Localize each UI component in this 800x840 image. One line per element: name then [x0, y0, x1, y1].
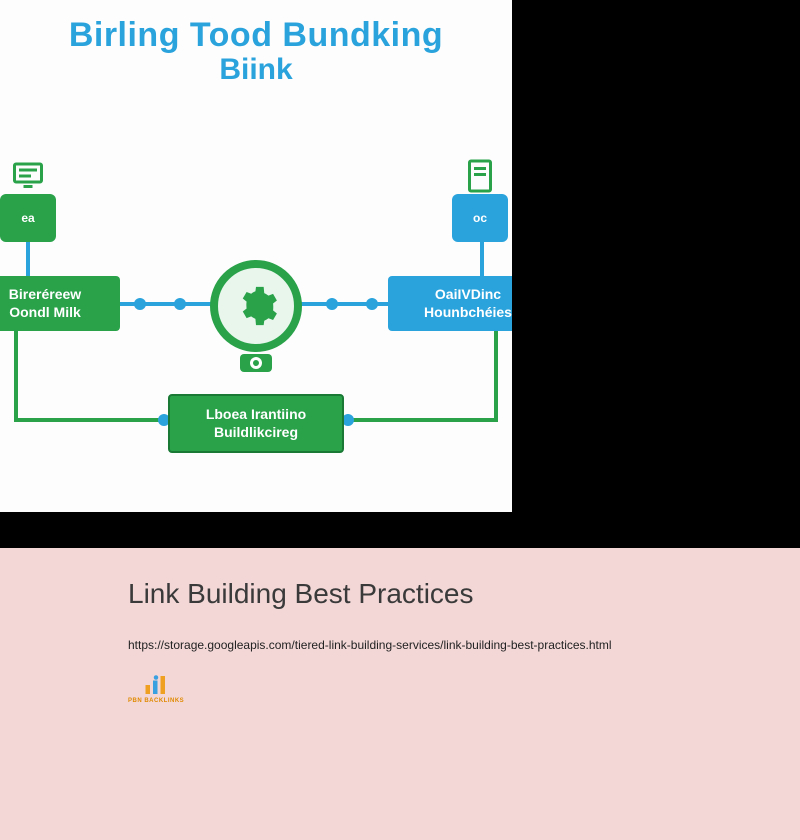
connector-green-left-h	[14, 418, 164, 422]
box-left-line2: Oondl Milk	[0, 304, 108, 322]
connector-green-right-v	[494, 322, 498, 422]
gear-icon	[233, 283, 279, 329]
logo[interactable]: PBN BACKLINKS	[128, 674, 764, 704]
diagram-title: Birling Tood Bundking Biink	[0, 8, 512, 95]
node-left-small-label: ea	[21, 211, 34, 225]
node-left-small: ea	[0, 194, 56, 242]
connector-right-v	[480, 240, 484, 280]
connector-dot	[326, 298, 338, 310]
box-bottom-line2: Buildlikcireg	[182, 424, 330, 442]
gear-hub	[210, 260, 302, 352]
box-right: OaiIVDinc Hounbchéies	[388, 276, 512, 331]
document-icon	[462, 158, 498, 194]
connector-green-right-h	[348, 418, 498, 422]
node-right-small-label: oc	[473, 211, 487, 225]
connector-dot	[134, 298, 146, 310]
logo-label: PBN BACKLINKS	[128, 698, 184, 704]
box-bottom-line1: Lboea Irantiino	[182, 406, 330, 424]
box-bottom: Lboea Irantiino Buildlikcireg	[168, 394, 344, 453]
connector-left-v	[26, 240, 30, 280]
node-right-small: oc	[452, 194, 508, 242]
backlinks-logo-icon	[141, 674, 171, 696]
monitor-icon	[10, 158, 46, 194]
box-left-line1: Bireréreew	[0, 286, 108, 304]
box-right-line1: OaiIVDinc	[400, 286, 512, 304]
source-url[interactable]: https://storage.googleapis.com/tiered-li…	[128, 638, 764, 652]
diagram-title-line1: Birling Tood Bundking	[12, 16, 500, 55]
box-left: Bireréreew Oondl Milk	[0, 276, 120, 331]
connector-dot	[174, 298, 186, 310]
connector-green-left-v	[14, 322, 18, 422]
diagram-title-line2: Biink	[12, 53, 500, 87]
camera-icon	[238, 350, 274, 374]
connector-dot	[366, 298, 378, 310]
box-right-line2: Hounbchéies	[400, 304, 512, 322]
diagram-panel: Birling Tood Bundking Biink ea oc	[0, 0, 512, 512]
info-panel: Link Building Best Practices https://sto…	[0, 548, 800, 840]
page-title: Link Building Best Practices	[128, 578, 764, 610]
